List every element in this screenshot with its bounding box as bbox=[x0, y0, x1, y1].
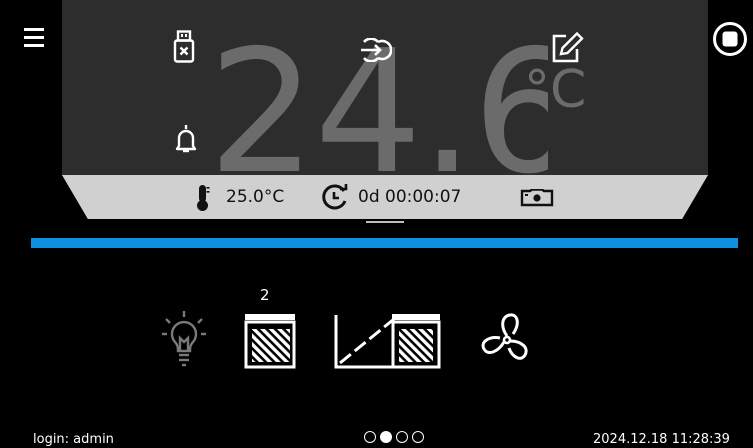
timer-icon bbox=[320, 183, 350, 211]
stop-icon[interactable] bbox=[712, 21, 748, 57]
temperature-unit: °C bbox=[524, 60, 587, 120]
drag-handle[interactable] bbox=[366, 221, 404, 223]
progress-bar bbox=[31, 238, 738, 248]
login-status: login: admin bbox=[33, 432, 114, 447]
alarm-bell-icon[interactable] bbox=[175, 124, 197, 154]
page-dot[interactable] bbox=[380, 431, 392, 443]
info-bar: 25.0°C 0d 00:00:07 bbox=[62, 175, 708, 219]
datetime: 2024.12.18 11:28:39 bbox=[593, 432, 730, 447]
edit-icon[interactable] bbox=[551, 32, 585, 64]
usb-drive-icon[interactable] bbox=[173, 30, 195, 64]
thermometer-icon bbox=[196, 184, 210, 212]
program-icon[interactable] bbox=[244, 313, 296, 369]
menu-icon[interactable] bbox=[24, 27, 44, 49]
page-dot[interactable] bbox=[396, 431, 408, 443]
page-dot[interactable] bbox=[412, 431, 424, 443]
ramp-icon[interactable] bbox=[334, 313, 442, 369]
program-count: 2 bbox=[260, 286, 270, 304]
setpoint-temperature: 25.0°C bbox=[226, 187, 285, 207]
progress-bar-fill bbox=[31, 238, 738, 248]
process-timer: 0d 00:00:07 bbox=[358, 187, 462, 207]
camera-icon[interactable] bbox=[520, 189, 554, 207]
page-indicator[interactable] bbox=[364, 431, 424, 443]
light-bulb-icon[interactable] bbox=[161, 310, 207, 368]
fan-icon[interactable] bbox=[480, 312, 534, 366]
login-key-icon[interactable] bbox=[358, 38, 392, 62]
page-dot[interactable] bbox=[364, 431, 376, 443]
